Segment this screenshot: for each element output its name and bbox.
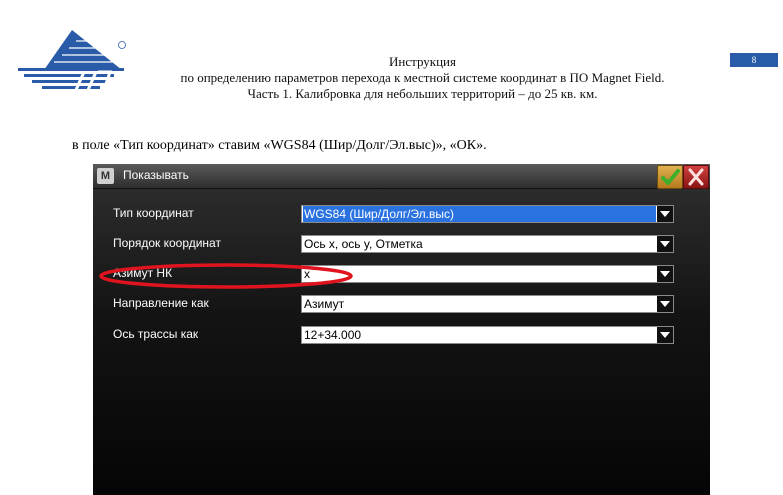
- company-logo: [18, 30, 126, 91]
- azimuth-value: x: [304, 267, 310, 281]
- chevron-down-icon: [660, 271, 670, 277]
- header-subtitle: по определению параметров перехода к мес…: [180, 70, 665, 85]
- direction-label: Направление как: [113, 296, 209, 310]
- route-axis-select[interactable]: 12+34.000: [301, 326, 674, 344]
- highlight-ellipse: [99, 263, 353, 289]
- page-number: 8: [730, 53, 778, 67]
- dialog-title: Показывать: [123, 168, 189, 182]
- checkmark-icon: [661, 169, 680, 185]
- dropdown-button[interactable]: [657, 266, 673, 282]
- app-icon: M: [97, 168, 114, 184]
- ok-button[interactable]: [657, 165, 683, 189]
- dropdown-button[interactable]: [657, 206, 673, 222]
- document-header: Инструкция по определению параметров пер…: [130, 54, 715, 102]
- coordinate-order-value: Ось x, ось y, Отметка: [304, 237, 423, 251]
- direction-value: Азимут: [304, 297, 345, 311]
- header-part: Часть 1. Калибровка для небольших террит…: [247, 86, 598, 101]
- cancel-button[interactable]: [683, 165, 709, 189]
- coordinate-order-select[interactable]: Ось x, ось y, Отметка: [301, 235, 674, 253]
- route-axis-label: Ось трассы как: [113, 327, 199, 341]
- header-title: Инструкция: [389, 54, 456, 69]
- route-axis-value: 12+34.000: [304, 328, 362, 342]
- display-settings-dialog: M Показывать Тип координат WGS84 (Шир/До…: [93, 164, 710, 495]
- coordinate-type-select[interactable]: WGS84 (Шир/Долг/Эл.выс): [301, 205, 674, 223]
- chevron-down-icon: [660, 241, 670, 247]
- coordinate-order-label: Порядок координат: [113, 236, 221, 250]
- coordinate-type-value: WGS84 (Шир/Долг/Эл.выс): [303, 206, 656, 222]
- close-icon: [688, 168, 704, 186]
- dialog-titlebar: M Показывать: [93, 164, 710, 189]
- azimuth-select[interactable]: x: [301, 265, 674, 283]
- instruction-paragraph: в поле «Тип координат» ставим «WGS84 (Ши…: [72, 138, 487, 153]
- coordinate-type-label: Тип координат: [113, 206, 194, 220]
- direction-select[interactable]: Азимут: [301, 295, 674, 313]
- dialog-content: Тип координат WGS84 (Шир/Долг/Эл.выс) По…: [93, 189, 710, 495]
- dropdown-button[interactable]: [657, 296, 673, 312]
- chevron-down-icon: [660, 301, 670, 307]
- dropdown-button[interactable]: [657, 236, 673, 252]
- chevron-down-icon: [660, 211, 670, 217]
- dropdown-button[interactable]: [657, 327, 673, 343]
- chevron-down-icon: [660, 332, 670, 338]
